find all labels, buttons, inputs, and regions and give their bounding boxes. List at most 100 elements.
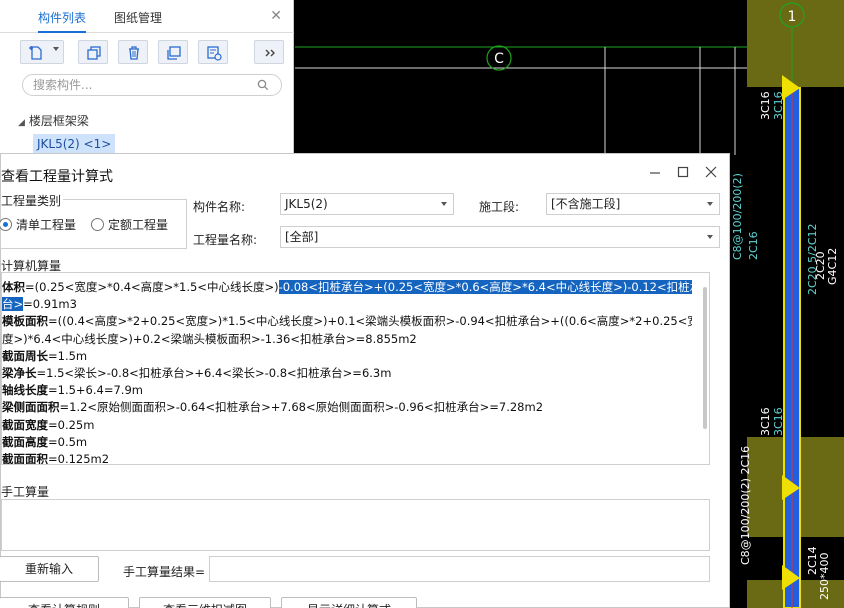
radio-list-qty[interactable]: 清单工程量 xyxy=(0,217,76,233)
chevron-down-icon xyxy=(707,202,713,206)
stage-select[interactable]: [不含施工段] xyxy=(546,193,720,215)
save-settings-icon xyxy=(207,46,222,61)
comp-name-value: JKL5(2) xyxy=(285,197,328,211)
new-component-button[interactable] xyxy=(20,40,64,64)
manual-input-area[interactable] xyxy=(1,499,710,551)
radio-label: 清单工程量 xyxy=(16,218,77,232)
vertical-scrollbar[interactable] xyxy=(703,287,707,429)
rebar-label: 2C16 xyxy=(747,231,760,260)
layers-icon xyxy=(167,46,181,60)
radio-label: 定额工程量 xyxy=(108,218,169,232)
tab-drawing-management[interactable]: 图纸管理 xyxy=(114,6,162,33)
minimize-icon[interactable] xyxy=(647,164,663,180)
formula-line-side-area: 梁侧面面积=1.2<原始侧面面积>-0.64<扣桩承台>+7.68<原始侧面面积… xyxy=(2,399,692,416)
rebar-label: 3C16 xyxy=(772,91,785,120)
chevron-down-icon xyxy=(707,235,713,239)
collapse-triangle-icon[interactable]: ◢ xyxy=(18,118,25,128)
formula-line-net-length: 梁净长=1.5<梁长>-0.8<扣桩承台>+6.4<梁长>-0.8<扣桩承台>=… xyxy=(2,365,692,382)
formula-text: =0.25m xyxy=(48,417,95,432)
rebar-label: C8@100/200(2) 2C16 xyxy=(739,446,752,565)
search-input[interactable] xyxy=(33,77,253,93)
stage-label: 施工段: xyxy=(479,200,520,214)
reinput-button[interactable]: 重新输入 xyxy=(0,556,99,582)
close-icon[interactable]: ✕ xyxy=(270,8,282,24)
more-tools-button[interactable] xyxy=(254,40,284,64)
formula-term: 截面高度 xyxy=(2,434,48,449)
trash-icon xyxy=(129,46,139,60)
search-icon[interactable] xyxy=(257,79,269,91)
formula-term: 轴线长度 xyxy=(2,383,48,398)
delete-component-button[interactable] xyxy=(118,40,148,64)
duplicate-floor-button[interactable] xyxy=(158,40,188,64)
tab-component-list[interactable]: 构件列表 xyxy=(38,6,87,33)
tree-group-frame-beam[interactable]: ◢ 楼层框架梁 xyxy=(18,112,89,129)
radio-dot-checked xyxy=(0,218,12,231)
formula-line-axis-length: 轴线长度=1.5+6.4=7.9m xyxy=(2,382,692,399)
rebar-label: 3C16 xyxy=(759,407,772,436)
calc-formula-box[interactable]: 体积=(0.25<宽度>*0.4<高度>*1.5<中心线长度>)-0.08<扣桩… xyxy=(1,272,710,465)
comp-name-select[interactable]: JKL5(2) xyxy=(280,193,454,215)
component-settings-button[interactable] xyxy=(198,40,228,64)
formula-line-width: 截面宽度=0.25m xyxy=(2,417,692,434)
formula-text: =1.5m xyxy=(48,348,88,363)
axis-label-1: 1 xyxy=(788,9,797,25)
comp-name-label: 构件名称: xyxy=(193,200,246,214)
double-chevron-right-icon xyxy=(265,49,275,57)
manual-label: 手工算量 xyxy=(1,483,52,500)
formula-line-formwork-cont: 度>)*6.4<中心线长度>)+0.2<梁端头模板面积>-1.36<扣桩承台>=… xyxy=(2,331,692,348)
qty-name-select[interactable]: [全部] xyxy=(280,226,720,248)
qty-name-value: [全部] xyxy=(285,230,319,244)
component-panel: 构件列表 图纸管理 ✕ 搜索构件... ◢ 楼层框架梁 JKL5(2) <1> xyxy=(0,0,294,170)
radio-dot xyxy=(91,218,104,231)
rebar-label: 3C16 xyxy=(772,407,785,436)
maximize-icon[interactable] xyxy=(675,164,691,180)
formula-text: =0.125m2 xyxy=(48,451,110,465)
quantity-formula-dialog: 查看工程量计算式 工程量类别 清单工程量 定额工程量 构件名称: JKL5(2)… xyxy=(0,153,730,608)
formula-term: 截面周长 xyxy=(2,348,48,363)
qty-type-label: 工程量类别 xyxy=(1,192,64,209)
manual-result-input[interactable] xyxy=(209,556,710,582)
formula-text: =1.2<原始侧面面积>-0.64<扣桩承台>+7.68<原始侧面面积>-0.9… xyxy=(59,400,544,415)
formula-text: =1.5<梁长>-0.8<扣桩承台>+6.4<梁长>-0.8<扣桩承台>=6.3… xyxy=(36,365,392,380)
formula-line-volume: 体积=(0.25<宽度>*0.4<高度>*1.5<中心线长度>)-0.08<扣桩… xyxy=(2,279,692,296)
rebar-label: C8@100/200(2) xyxy=(731,173,744,260)
copy-icon xyxy=(87,46,101,60)
formula-term: 截面面积 xyxy=(2,451,48,465)
new-file-icon xyxy=(29,46,42,60)
formula-term: 模板面积 xyxy=(2,314,48,329)
formula-text: =1.5+6.4=7.9m xyxy=(48,383,143,398)
formula-line-section-area: 截面面积=0.125m2 xyxy=(2,451,692,465)
formula-term: 梁侧面面积 xyxy=(2,400,60,415)
axis-label-c: C xyxy=(494,51,504,67)
copy-component-button[interactable] xyxy=(78,40,108,64)
show-detailed-formula-button[interactable]: 显示详细计算式 xyxy=(281,597,417,608)
view-3d-deduction-button[interactable]: 查看三维扣减图 xyxy=(139,597,271,608)
rebar-label: 3C16 xyxy=(759,91,772,120)
formula-line-height: 截面高度=0.5m xyxy=(2,434,692,451)
radio-quota-qty[interactable]: 定额工程量 xyxy=(91,217,168,233)
formula-text: =((0.4<高度>*2+0.25<宽度>)*1.5<中心线长度>)+0.1<梁… xyxy=(48,314,692,329)
dialog-title: 查看工程量计算式 xyxy=(1,169,113,185)
formula-line-perimeter: 截面周长=1.5m xyxy=(2,348,692,365)
component-toolbar xyxy=(20,40,290,66)
formula-text: 度>)*6.4<中心线长度>)+0.2<梁端头模板面积>-1.36<扣桩承台>=… xyxy=(2,331,417,346)
stage-value: [不含施工段] xyxy=(551,197,621,211)
manual-result-label: 手工算量结果= xyxy=(123,565,206,579)
panel-tabs: 构件列表 图纸管理 ✕ xyxy=(0,0,294,33)
dropdown-caret-icon xyxy=(53,47,59,51)
tree-item-jkl5[interactable]: JKL5(2) <1> xyxy=(33,134,116,154)
formula-selected-text: 台> xyxy=(2,297,24,312)
formula-text: =(0.25<宽度>*0.4<高度>*1.5<中心线长度>) xyxy=(25,280,279,294)
view-calc-rules-button[interactable]: 查看计算规则 xyxy=(0,597,129,608)
calc-formula-text[interactable]: 体积=(0.25<宽度>*0.4<高度>*1.5<中心线长度>)-0.08<扣桩… xyxy=(2,279,692,465)
qty-name-label: 工程量名称: xyxy=(193,233,258,247)
formula-line-volume-cont: 台>=0.91m3 xyxy=(2,296,692,313)
formula-term: 截面宽度 xyxy=(2,417,48,432)
formula-line-formwork: 模板面积=((0.4<高度>*2+0.25<宽度>)*1.5<中心线长度>)+0… xyxy=(2,313,692,330)
rebar-label: G4C12 xyxy=(826,248,839,285)
close-icon[interactable] xyxy=(703,164,719,180)
formula-text: =0.5m xyxy=(48,434,88,449)
tree-group-label: 楼层框架梁 xyxy=(28,114,89,128)
chevron-down-icon xyxy=(441,202,447,206)
formula-term: 体积 xyxy=(2,280,25,294)
